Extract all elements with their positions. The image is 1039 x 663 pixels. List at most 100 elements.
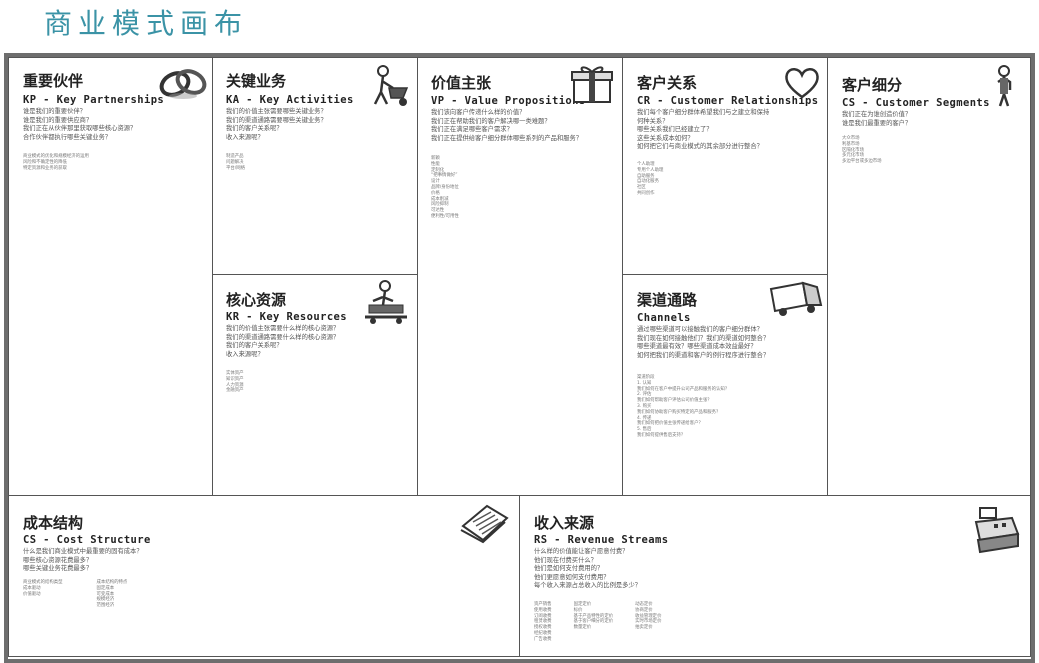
- cr-questions: 我们每个客户细分群体希望我们与之建立和保持 何种关系？ 哪些关系我们已经建立了？…: [637, 109, 769, 152]
- vp-detail: 便利性/可用性: [431, 213, 459, 219]
- ch-subtitle: Channels: [637, 312, 691, 324]
- cr-detail: 专用个人助理: [637, 167, 664, 173]
- kp-question: 谁是我们的重要伙伴？: [23, 108, 86, 115]
- ch-question: 我们现在如何接触他们？我们的渠道如何整合？: [637, 334, 770, 342]
- cost-detail: 成本结构的特点: [96, 580, 128, 585]
- cs-segments-details: 大众市场 利基市场 区隔化市场 多元化市场 多边平台或多边市场: [842, 136, 882, 165]
- kr-title: 核心资源: [226, 291, 287, 309]
- kp-subtitle: KP - Key Partnerships: [23, 94, 165, 106]
- vp-block: 价值主张 VP - Value Propositions 我们该向客户传递什么样…: [417, 57, 623, 496]
- cr-question: 如何把它们与商业模式的其余部分进行整合？: [637, 143, 763, 151]
- worker-wheelbarrow-icon: [363, 64, 411, 110]
- cost-question: 什么是我们商业模式中最重要的固有成本？: [23, 548, 143, 555]
- revenue-detail: 使用收费: [534, 607, 552, 613]
- revenue-detail: 拍卖定价: [635, 625, 653, 631]
- kp-details: 商业模式的优化和规模经济的运用 风险和不确定性的降低 特定资源和业务的获取: [23, 154, 89, 171]
- cost-detail: 范围经济: [96, 603, 115, 609]
- cs-segments-subtitle: CS - Customer Segments: [842, 97, 990, 109]
- cs-segments-detail: 多边平台或多边市场: [842, 159, 882, 165]
- ka-questions: 我们的价值主张需要哪些关键业务？ 我们的渠道通路需要哪些关键业务？ 我们的客户关…: [226, 108, 327, 142]
- vp-details: 新颖 性能 定制化 “把事情做好” 设计 品牌/身份地位 价格 成本削减 风险抑…: [431, 156, 459, 220]
- ch-details: 渠道阶段 1. 认知 我们如何在客户中提升公司产品和服务的认知？ 2. 评估 我…: [637, 375, 729, 439]
- revenue-detail: 经纪收费: [534, 630, 552, 636]
- heart-icon: [783, 66, 821, 100]
- ka-details: 制造产品 问题解决 平台/网络: [226, 154, 245, 171]
- kr-question: 我们的客户关系呢？: [226, 342, 283, 350]
- kr-subtitle: KR - Key Resources: [226, 311, 347, 323]
- cs-segments-block: 客户细分 CS - Customer Segments 我们正在为谁创造价值？ …: [827, 57, 1031, 496]
- cost-detail: 价值驱动: [23, 591, 41, 597]
- cs-segments-title: 客户细分: [842, 76, 903, 94]
- vp-question: 我们正在满足哪些客户需求？: [431, 126, 513, 134]
- revenue-detail-columns: 资产销售 使用收费 订阅收费 租赁收费 授权收费 经纪收费 广告收费 固定定价 …: [534, 602, 661, 643]
- cost-details-col1: 商业模式的结构类型 成本驱动 价值驱动: [23, 580, 63, 609]
- cs-segments-questions: 我们正在为谁创造价值？ 谁是我们最重要的客户？: [842, 111, 911, 128]
- ka-detail: 问题解决: [226, 159, 244, 165]
- kr-detail: 知识资产: [226, 376, 244, 382]
- kp-questions: 谁是我们的重要伙伴？ 谁是我们的重要供应商？ 我们正在从伙伴那里获取哪些核心资源…: [23, 108, 136, 142]
- page-title: 商业模式画布: [44, 7, 249, 40]
- delivery-truck-icon: [767, 279, 825, 321]
- ch-title: 渠道通路: [637, 291, 698, 309]
- cr-block: 客户关系 CR - Customer Relationships 我们每个客户细…: [622, 57, 828, 275]
- cost-details-col2: 成本结构的特点 固定成本 可变成本 规模经济 范围经济: [97, 580, 128, 609]
- revenue-question: 他们现在付费买什么？: [534, 556, 597, 564]
- kp-block: 重要伙伴 KP - Key Partnerships 谁是我们的重要伙伴？ 谁是…: [8, 57, 213, 496]
- ka-block: 关键业务 KA - Key Activities 我们的价值主张需要哪些关键业务…: [212, 57, 418, 275]
- ch-detail: 我们如何提供售后支持？: [637, 432, 686, 438]
- revenue-details-col1: 资产销售 使用收费 订阅收费 租赁收费 授权收费 经纪收费 广告收费: [534, 602, 552, 643]
- revenue-detail: 广告收费: [534, 636, 552, 642]
- kp-question: 我们正在从伙伴那里获取哪些核心资源？: [23, 125, 137, 133]
- document-stack-icon: [457, 502, 511, 544]
- ch-questions: 通过哪些渠道可以接触我们的客户细分群体？ 我们现在如何接触他们？我们的渠道如何整…: [637, 326, 769, 360]
- revenue-subtitle: RS - Revenue Streams: [534, 534, 669, 546]
- vp-question: 我们该向客户传递什么样的价值？: [431, 109, 526, 116]
- cs-segments-question: 谁是我们最重要的客户？: [842, 119, 912, 127]
- kp-detail: 特定资源和业务的获取: [23, 165, 67, 171]
- cost-detail-columns: 商业模式的结构类型 成本驱动 价值驱动 成本结构的特点 固定成本 可变成本 规模…: [23, 580, 127, 609]
- kr-detail: 金融资产: [226, 388, 244, 394]
- ch-question: 如何把我们的渠道和客户的例行程序进行整合？: [637, 351, 770, 359]
- cost-subtitle: CS - Cost Structure: [23, 534, 151, 546]
- cost-question: 哪些核心资源花费最多？: [23, 556, 93, 564]
- ka-question: 收入来源呢？: [226, 133, 264, 141]
- vp-question: 我们正在提供给客户细分群体哪些系列的产品和服务？: [431, 134, 583, 142]
- kp-question: 谁是我们的重要供应商？: [23, 116, 93, 124]
- gift-box-icon: [568, 62, 616, 106]
- ka-detail: 平台/网络: [226, 165, 246, 171]
- cash-register-icon: [972, 504, 1022, 554]
- cost-questions: 什么是我们商业模式中最重要的固有成本？ 哪些核心资源花费最多？ 哪些关键业务花费…: [23, 548, 143, 574]
- revenue-details-col2: 固定定价 标价 基于产品特性的定价 基于客户细分的定价 数量定价: [574, 602, 614, 643]
- cost-block: 成本结构 CS - Cost Structure 什么是我们商业模式中最重要的固…: [8, 495, 520, 657]
- ka-detail: 制造产品: [226, 154, 244, 159]
- vp-questions: 我们该向客户传递什么样的价值？ 我们正在帮助我们的客户解决哪一类难题？ 我们正在…: [431, 109, 582, 143]
- revenue-block: 收入来源 RS - Revenue Streams 什么样的价值能让客户愿意付费…: [519, 495, 1031, 657]
- kp-detail: 商业模式的优化和规模经济的运用: [23, 154, 89, 159]
- ch-question: 通过哪些渠道可以接触我们的客户细分群体？: [637, 326, 763, 333]
- ka-subtitle: KA - Key Activities: [226, 94, 354, 106]
- ka-title: 关键业务: [226, 72, 287, 90]
- revenue-question: 他们是如何支付费用的？: [534, 565, 604, 573]
- kp-title: 重要伙伴: [23, 72, 84, 90]
- ka-question: 我们的渠道通路需要哪些关键业务？: [226, 116, 327, 124]
- vp-subtitle: VP - Value Propositions: [431, 95, 586, 107]
- revenue-detail: 数量定价: [573, 625, 592, 631]
- kr-block: 核心资源 KR - Key Resources 我们的价值主张需要什么样的核心资…: [212, 274, 418, 496]
- revenue-questions: 什么样的价值能让客户愿意付费？ 他们现在付费买什么？ 他们是如何支付费用的？ 他…: [534, 548, 641, 591]
- revenue-title: 收入来源: [534, 514, 595, 532]
- ch-block: 渠道通路 Channels 通过哪些渠道可以接触我们的客户细分群体？ 我们现在如…: [622, 274, 828, 496]
- revenue-detail: 资产销售: [534, 602, 552, 607]
- chain-links-icon: [157, 64, 209, 102]
- revenue-question: 每个收入来源占总收入的比例是多少？: [534, 582, 642, 590]
- kr-questions: 我们的价值主张需要什么样的核心资源？ 我们的渠道通路需要什么样的核心资源？ 我们…: [226, 325, 339, 359]
- cr-title: 客户关系: [637, 74, 698, 92]
- kr-question: 我们的渠道通路需要什么样的核心资源？: [226, 333, 340, 341]
- vp-title: 价值主张: [431, 74, 492, 92]
- cs-segments-question: 我们正在为谁创造价值？: [842, 111, 912, 118]
- kr-details: 实体资产 知识资产 人力资源 金融资产: [226, 371, 244, 394]
- cr-question: 哪些关系我们已经建立了？: [637, 126, 713, 134]
- ka-question: 我们的客户关系呢？: [226, 125, 283, 133]
- revenue-question: 什么样的价值能让客户愿意付费？: [534, 548, 629, 555]
- revenue-details-col3: 动态定价 协商定价 收益管理定价 实时市场定价 拍卖定价: [635, 602, 661, 643]
- cr-detail: 共同创作: [637, 190, 655, 196]
